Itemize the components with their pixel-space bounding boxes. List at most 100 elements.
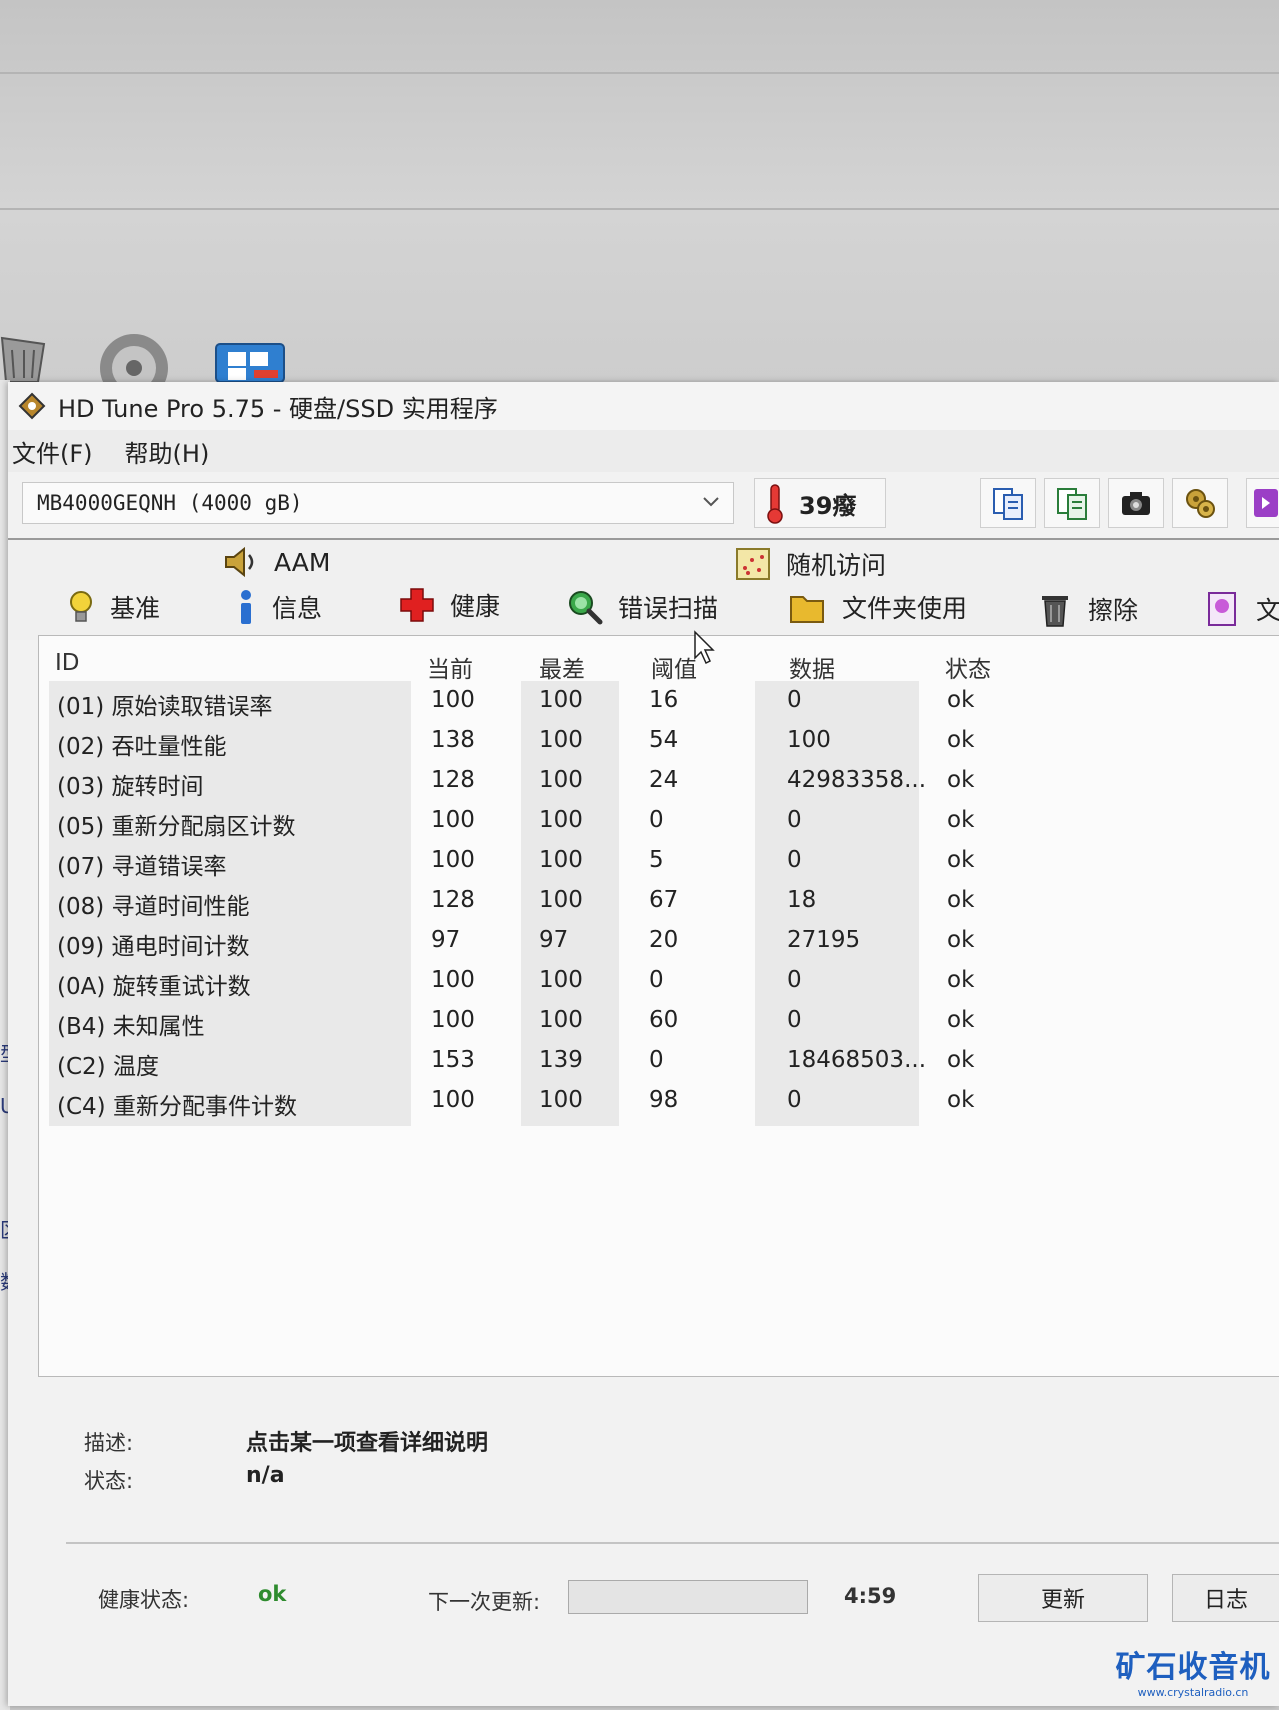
next-update-label: 下一次更新: [428, 1590, 541, 1614]
chevron-down-icon [701, 491, 721, 516]
cell-threshold: 0 [649, 807, 664, 833]
cell-current: 100 [431, 807, 475, 833]
next-update-progress [568, 1580, 808, 1614]
tab-benchmark-label: 基准 [110, 594, 161, 623]
cell-id: (07) 寻道错误率 [57, 854, 227, 880]
copy-all-icon [1057, 488, 1087, 520]
title-bar[interactable]: HD Tune Pro 5.75 - 硬盘/SSD 实用程序 [8, 382, 1279, 430]
tab-health[interactable]: 健康 [398, 586, 500, 624]
table-row[interactable]: (C2) 温度 153 139 0 18468503... ok [39, 1041, 1279, 1081]
tab-file-benchmark[interactable]: 文 [1204, 590, 1279, 628]
temperature-display: 39癈 [754, 478, 886, 528]
disc-icon[interactable] [98, 332, 170, 402]
cell-worst: 139 [539, 1047, 583, 1073]
header-status[interactable]: 状态 [945, 650, 991, 684]
tab-info[interactable]: 信息 [234, 588, 322, 626]
cell-id: (02) 吞吐量性能 [57, 734, 227, 760]
windows-app-icon[interactable] [214, 342, 286, 386]
cell-current: 100 [431, 967, 475, 993]
table-row[interactable]: (03) 旋转时间 128 100 24 42983358... ok [39, 761, 1279, 801]
menu-file[interactable]: 文件(F) [12, 434, 93, 469]
countdown-timer: 4:59 [844, 1584, 897, 1608]
camera-icon [1122, 492, 1150, 515]
options-button[interactable] [1172, 478, 1228, 528]
copy-all-button[interactable] [1044, 478, 1100, 528]
tab-folder-usage[interactable]: 文件夹使用 [788, 588, 967, 626]
cell-id: (01) 原始读取错误率 [57, 694, 273, 720]
cell-data: 100 [787, 727, 831, 753]
cell-data: 27195 [787, 927, 861, 953]
menu-bar: 文件(F) 帮助(H) [8, 430, 1279, 472]
tab-random-access[interactable]: 随机访问 [734, 546, 886, 582]
tab-aam[interactable]: AAM [222, 544, 330, 580]
cell-worst: 100 [539, 1007, 583, 1033]
table-row[interactable]: (0A) 旋转重试计数 100 100 0 0 ok [39, 961, 1279, 1001]
tab-random-access-label: 随机访问 [786, 551, 887, 580]
screenshot-button[interactable] [1108, 478, 1164, 528]
table-row[interactable]: (09) 通电时间计数 97 97 20 27195 ok [39, 921, 1279, 961]
table-row[interactable]: (01) 原始读取错误率 100 100 16 0 ok [39, 681, 1279, 721]
cell-current: 97 [431, 927, 461, 953]
toolbar: MB4000GEQNH (4000 gB) 39癈 [8, 474, 1279, 534]
cell-current: 138 [431, 727, 475, 753]
cell-threshold: 16 [649, 687, 679, 713]
cell-id: (C4) 重新分配事件计数 [57, 1094, 297, 1120]
random-access-icon [736, 548, 770, 580]
tab-benchmark[interactable]: 基准 [66, 588, 160, 626]
background-divider [0, 208, 1279, 210]
drive-select-value: MB4000GEQNH (4000 gB) [37, 491, 303, 515]
cell-status: ok [947, 807, 975, 833]
cell-data: 0 [787, 807, 802, 833]
cell-threshold: 54 [649, 727, 679, 753]
table-row[interactable]: (08) 寻道时间性能 128 100 67 18 ok [39, 881, 1279, 921]
tab-info-label: 信息 [272, 594, 323, 623]
tab-aam-label: AAM [274, 547, 331, 577]
log-button[interactable]: 日志 [1172, 1574, 1279, 1622]
tab-erase[interactable]: 擦除 [1036, 590, 1138, 628]
watermark-text: 矿石收音机 [1115, 1650, 1271, 1685]
tab-error-scan[interactable]: 错误扫描 [566, 588, 718, 626]
cell-data: 0 [787, 1007, 802, 1033]
cell-threshold: 98 [649, 1087, 679, 1113]
cell-threshold: 0 [649, 1047, 664, 1073]
description-label: 描述: [84, 1431, 134, 1455]
description-value: 点击某一项查看详细说明 [246, 1431, 489, 1456]
table-row[interactable]: (B4) 未知属性 100 100 60 0 ok [39, 1001, 1279, 1041]
temperature-value: 39癈 [799, 491, 857, 520]
lightbulb-icon [70, 591, 92, 622]
copy-text-button[interactable] [980, 478, 1036, 528]
tab-folder-usage-label: 文件夹使用 [842, 594, 968, 623]
menu-help[interactable]: 帮助(H) [125, 434, 210, 469]
smart-attributes-table: ID 当前 最差 阈值 数据 状态 (01) 原始读取错误率 100 100 1… [38, 630, 1279, 1377]
cell-data: 0 [787, 847, 802, 873]
cell-current: 100 [431, 1007, 475, 1033]
table-row[interactable]: (02) 吞吐量性能 138 100 54 100 ok [39, 721, 1279, 761]
cell-id: (09) 通电时间计数 [57, 934, 250, 960]
cell-status: ok [947, 687, 975, 713]
header-id[interactable]: ID [55, 650, 80, 676]
window-title: HD Tune Pro 5.75 - 硬盘/SSD 实用程序 [58, 394, 498, 423]
header-threshold[interactable]: 阈值 [651, 650, 697, 684]
watermark-url: www.crystalradio.cn [1137, 1686, 1249, 1699]
tab-erase-label: 擦除 [1088, 596, 1139, 625]
cell-data: 0 [787, 687, 802, 713]
cell-threshold: 60 [649, 1007, 679, 1033]
cell-worst: 100 [539, 967, 583, 993]
cell-id: (08) 寻道时间性能 [57, 894, 250, 920]
header-worst[interactable]: 最差 [539, 650, 585, 684]
cell-threshold: 24 [649, 767, 679, 793]
tab-file-benchmark-label: 文 [1256, 596, 1279, 625]
table-row[interactable]: (05) 重新分配扇区计数 100 100 0 0 ok [39, 801, 1279, 841]
recycle-bin-icon[interactable] [0, 330, 50, 386]
refresh-button[interactable]: 更新 [978, 1574, 1148, 1622]
cell-data: 0 [787, 1087, 802, 1113]
drive-select[interactable]: MB4000GEQNH (4000 gB) [22, 482, 734, 524]
attribute-status-value: n/a [246, 1463, 285, 1488]
header-data[interactable]: 数据 [789, 650, 835, 684]
cell-id: (03) 旋转时间 [57, 774, 204, 800]
table-row[interactable]: (07) 寻道错误率 100 100 5 0 ok [39, 841, 1279, 881]
table-row[interactable]: (C4) 重新分配事件计数 100 100 98 0 ok [39, 1081, 1279, 1121]
exit-button[interactable] [1246, 478, 1279, 528]
speaker-icon [225, 546, 254, 578]
header-current[interactable]: 当前 [427, 650, 473, 684]
